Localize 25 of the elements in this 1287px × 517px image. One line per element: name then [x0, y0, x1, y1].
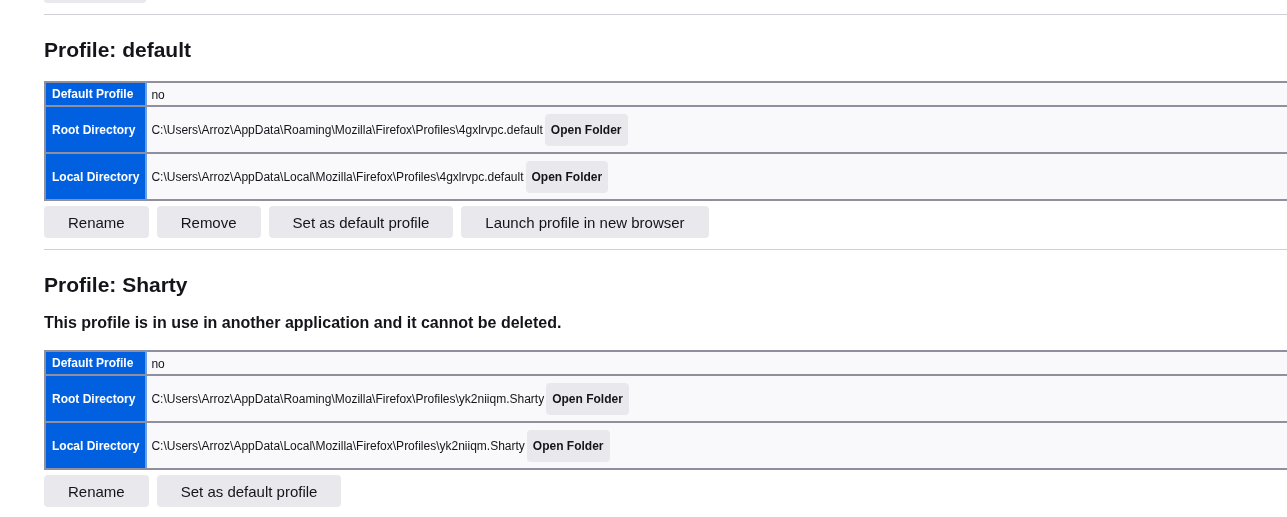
profile-button[interactable]: Launch profile in new browser: [461, 206, 709, 238]
profile-button[interactable]: Remove: [156, 206, 261, 238]
table-cell: no: [151, 87, 165, 102]
profile-heading: Profile: Sharty: [44, 272, 189, 298]
profile-button[interactable]: Set as default profile: [268, 206, 454, 238]
table-cell: C:\Users\Arroz\AppData\Roaming\Mozilla\Firefox\Profiles\yk2niiqm.Sharty: [151, 391, 545, 406]
row-header: Local Directory: [45, 422, 147, 469]
open-folder-button[interactable]: Open Folder: [544, 113, 628, 146]
profile-heading: Profile: default: [44, 37, 192, 63]
table-cell: no: [151, 356, 165, 371]
profile-button[interactable]: Rename: [44, 475, 149, 507]
row-header: Local Directory: [45, 153, 147, 200]
table-cell: C:\Users\Arroz\AppData\Local\Mozilla\Firefox\Profiles\4gxlrvpc.default: [151, 169, 524, 184]
open-folder-button[interactable]: Open Folder: [525, 160, 609, 193]
profile-message: This profile is in use in another application and it cannot be deleted.: [44, 314, 563, 332]
profile-button[interactable]: Set as default profile: [156, 475, 342, 507]
row-header: Root Directory: [45, 106, 147, 153]
profile-button[interactable]: Rename: [44, 206, 149, 238]
open-folder-button[interactable]: Open Folder: [526, 429, 610, 462]
table-cell: C:\Users\Arroz\AppData\Local\Mozilla\Firefox\Profiles\yk2niiqm.Sharty: [151, 438, 525, 453]
row-header: Default Profile: [45, 82, 147, 106]
row-header: Default Profile: [45, 351, 147, 375]
row-header: Root Directory: [45, 375, 147, 422]
open-folder-button[interactable]: Open Folder: [546, 382, 629, 415]
table-cell: C:\Users\Arroz\AppData\Roaming\Mozilla\Firefox\Profiles\4gxlrvpc.default: [151, 122, 543, 137]
